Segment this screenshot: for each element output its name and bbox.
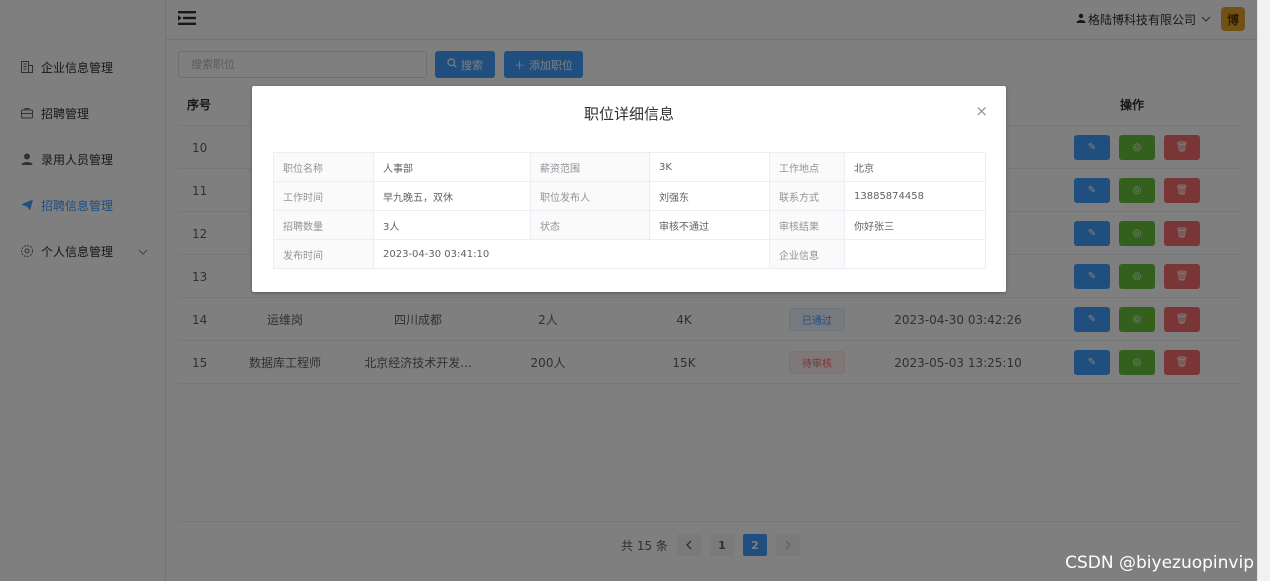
detail-row: 工作时间 早九晚五，双休 职位发布人 刘强东 联系方式 13885874458 (273, 181, 986, 211)
detail-label: 薪资范围 (530, 152, 650, 182)
detail-row: 发布时间 2023-04-30 03:41:10 企业信息 (273, 239, 986, 269)
detail-label: 状态 (530, 210, 650, 240)
scrollbar[interactable] (1257, 0, 1270, 581)
detail-label: 职位名称 (273, 152, 374, 182)
detail-label: 联系方式 (769, 181, 845, 211)
detail-label: 招聘数量 (273, 210, 374, 240)
detail-label: 工作时间 (273, 181, 374, 211)
job-detail-table: 职位名称 人事部 薪资范围 3K 工作地点 北京 工作时间 早九晚五，双休 职位… (273, 152, 986, 269)
job-detail-dialog: 职位详细信息 × 职位名称 人事部 薪资范围 3K 工作地点 北京 工作时间 早… (252, 86, 1006, 292)
detail-value: 审核不通过 (649, 210, 770, 240)
detail-label: 审核结果 (769, 210, 845, 240)
detail-row: 招聘数量 3人 状态 审核不通过 审核结果 你好张三 (273, 210, 986, 240)
detail-value: 13885874458 (844, 181, 986, 211)
detail-label: 发布时间 (273, 239, 374, 269)
detail-value: 3K (649, 152, 770, 182)
detail-value (844, 239, 986, 269)
dialog-title: 职位详细信息 (583, 105, 674, 123)
detail-value: 2023-04-30 03:41:10 (373, 239, 770, 269)
detail-label: 工作地点 (769, 152, 845, 182)
watermark: CSDN @biyezuopinvip (1065, 553, 1254, 573)
detail-value: 你好张三 (844, 210, 986, 240)
detail-value: 刘强东 (649, 181, 770, 211)
close-icon[interactable]: × (975, 102, 988, 120)
detail-row: 职位名称 人事部 薪资范围 3K 工作地点 北京 (273, 152, 986, 182)
detail-label: 职位发布人 (530, 181, 650, 211)
detail-value: 北京 (844, 152, 986, 182)
detail-label: 企业信息 (769, 239, 845, 269)
detail-value: 人事部 (373, 152, 531, 182)
detail-value: 早九晚五，双休 (373, 181, 531, 211)
detail-value: 3人 (373, 210, 531, 240)
